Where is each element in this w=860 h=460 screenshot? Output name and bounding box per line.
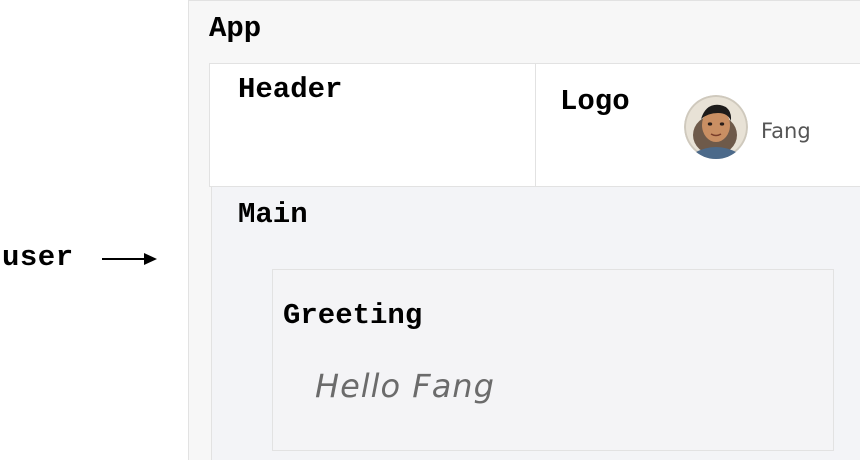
- avatar-name: Fang: [761, 119, 811, 143]
- main-component: Main Greeting Hello Fang: [211, 187, 860, 460]
- right-arrow-icon: [102, 253, 157, 265]
- avatar-image: [684, 95, 748, 159]
- header-component: Header Logo Fang: [209, 63, 860, 187]
- component-diagram: user App Header Logo Fang Main Greeting …: [0, 0, 860, 460]
- logo-component: Logo Fang: [535, 63, 860, 187]
- app-component: App Header Logo Fang Main Greeting Hello…: [188, 0, 860, 460]
- greeting-text: Hello Fang: [315, 367, 495, 405]
- user-avatar: [684, 95, 748, 159]
- logo-title: Logo: [560, 85, 630, 118]
- main-title: Main: [238, 198, 308, 231]
- app-title: App: [209, 12, 262, 45]
- header-title: Header: [238, 73, 343, 106]
- greeting-title: Greeting: [283, 299, 423, 332]
- user-input-label: user: [2, 241, 74, 274]
- greeting-component: Greeting Hello Fang: [272, 269, 834, 451]
